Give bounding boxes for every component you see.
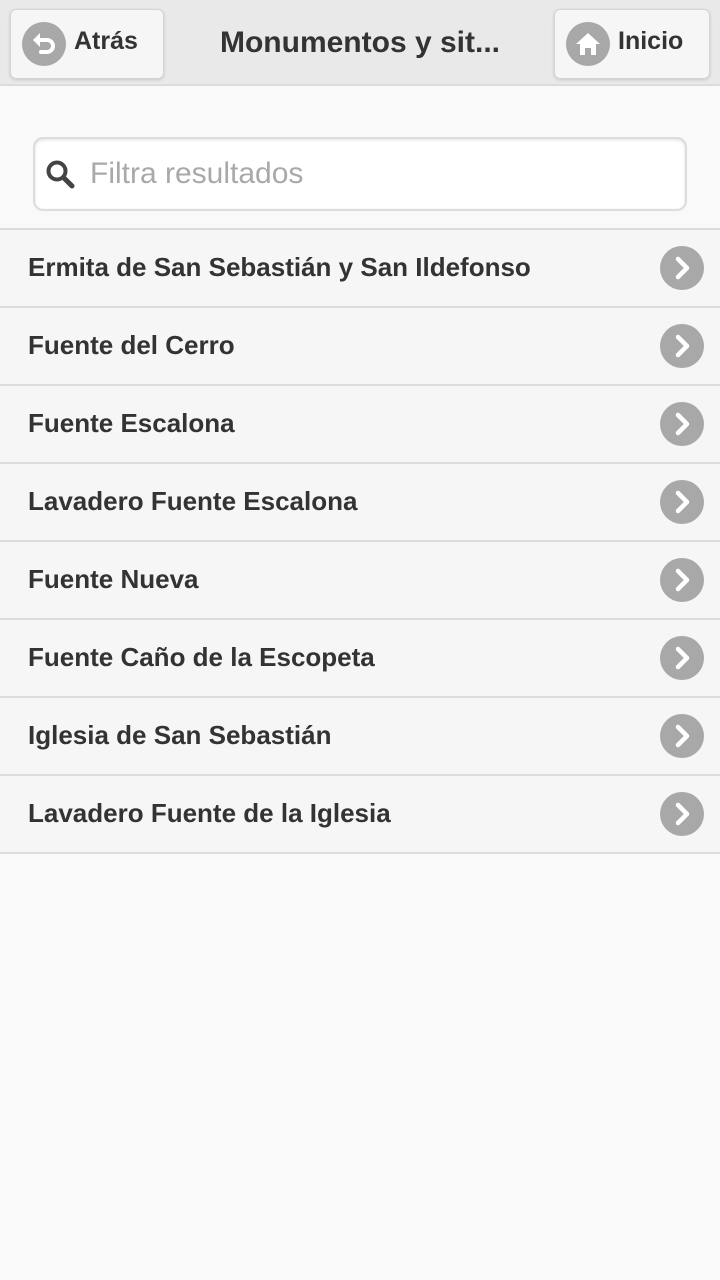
list-item-label: Iglesia de San Sebastián — [28, 720, 332, 750]
list-item-label: Fuente Escalona — [28, 408, 235, 438]
chevron-right-icon — [660, 792, 704, 836]
page-title: Monumentos y sit... — [219, 26, 501, 59]
monument-list: Ermita de San Sebastián y San Ildefonso … — [0, 228, 720, 854]
back-button[interactable]: Atrás — [10, 9, 164, 79]
chevron-right-icon — [660, 558, 704, 602]
chevron-right-icon — [660, 714, 704, 758]
undo-arrow-icon — [22, 22, 66, 66]
list-item[interactable]: Iglesia de San Sebastián — [0, 698, 720, 776]
list-item[interactable]: Lavadero Fuente de la Iglesia — [0, 776, 720, 854]
chevron-right-icon — [660, 480, 704, 524]
page: Atrás Monumentos y sit... Inicio Ermita … — [0, 0, 720, 1280]
list-item[interactable]: Fuente Nueva — [0, 542, 720, 620]
list-item-label: Fuente Caño de la Escopeta — [28, 642, 375, 672]
chevron-right-icon — [660, 636, 704, 680]
header-bar: Atrás Monumentos y sit... Inicio — [0, 0, 720, 86]
list-item-label: Fuente Nueva — [28, 564, 199, 594]
list-item[interactable]: Ermita de San Sebastián y San Ildefonso — [0, 230, 720, 308]
list-item-label: Fuente del Cerro — [28, 330, 235, 360]
search-box — [33, 137, 687, 211]
chevron-right-icon — [660, 402, 704, 446]
list-item-label: Lavadero Fuente de la Iglesia — [28, 798, 391, 828]
list-item-label: Lavadero Fuente Escalona — [28, 486, 358, 516]
home-button-label: Inicio — [618, 26, 684, 55]
search-icon — [45, 159, 77, 191]
list-item[interactable]: Fuente del Cerro — [0, 308, 720, 386]
back-button-label: Atrás — [74, 26, 138, 55]
home-button[interactable]: Inicio — [554, 9, 710, 79]
home-icon — [566, 22, 610, 66]
list-item-label: Ermita de San Sebastián y San Ildefonso — [28, 252, 531, 282]
list-item[interactable]: Fuente Escalona — [0, 386, 720, 464]
list-item[interactable]: Fuente Caño de la Escopeta — [0, 620, 720, 698]
chevron-right-icon — [660, 324, 704, 368]
list-item[interactable]: Lavadero Fuente Escalona — [0, 464, 720, 542]
search-input[interactable] — [90, 139, 670, 209]
chevron-right-icon — [660, 246, 704, 290]
